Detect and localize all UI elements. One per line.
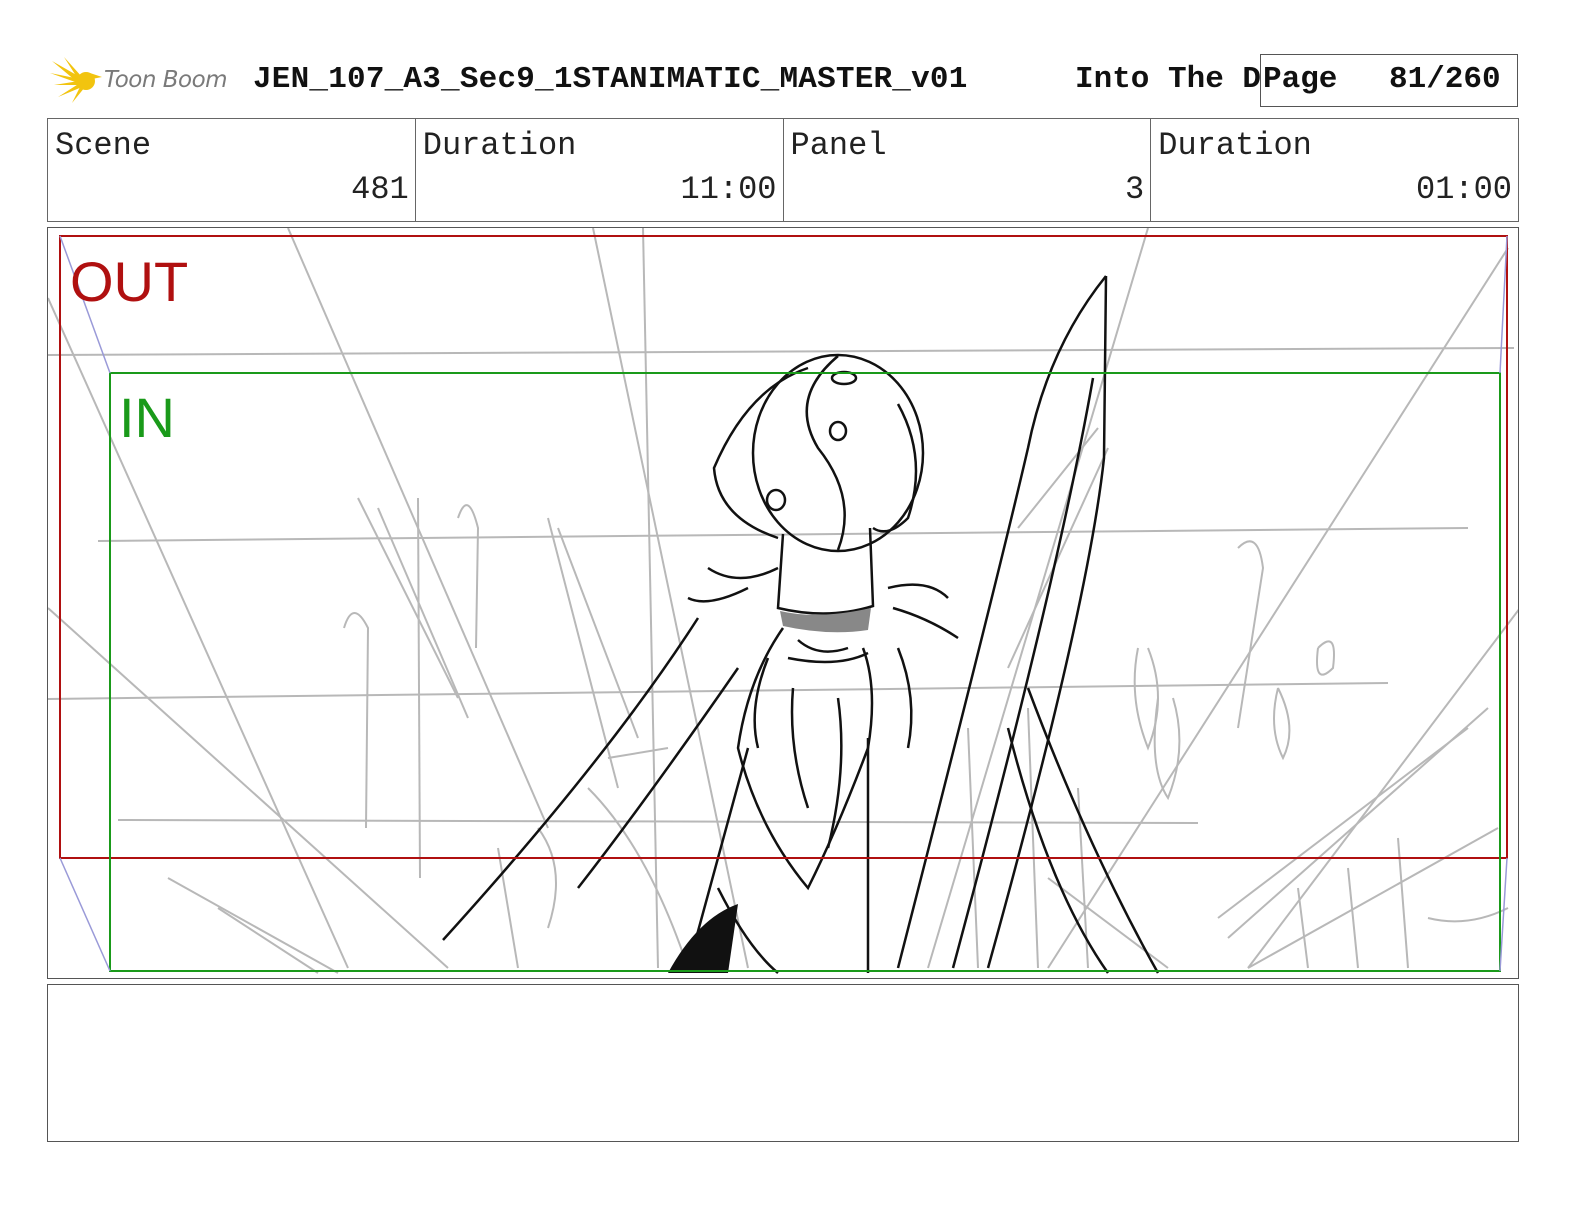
page-value: 81/260 [1389, 62, 1501, 97]
panel-label: Panel [790, 127, 887, 164]
panel-notes-box [47, 984, 1519, 1142]
frame-corner-guides [59, 235, 1508, 972]
scene-cell: Scene 481 [48, 119, 416, 221]
out-frame [59, 235, 1508, 859]
scene-value: 481 [351, 171, 409, 208]
panel-value: 3 [1125, 171, 1145, 208]
scene-info-row: Scene 481 Duration 11:00 Panel 3 Duratio… [47, 118, 1519, 222]
panel-sketch [48, 228, 1518, 974]
panel-duration-cell: Duration 01:00 [1151, 119, 1518, 221]
scene-duration-label: Duration [422, 127, 577, 164]
panel-cell: Panel 3 [784, 119, 1152, 221]
scene-label: Scene [55, 127, 152, 164]
panel-duration-value: 01:00 [1415, 171, 1512, 208]
page-label: Page [1263, 62, 1338, 97]
background-sketch [48, 228, 1518, 974]
document-title: JEN_107_A3_Sec9_1STANIMATIC_MASTER_v01 [253, 62, 968, 97]
scene-duration-cell: Duration 11:00 [416, 119, 784, 221]
page-counter: Page 81/260 [1260, 54, 1518, 107]
scene-duration-value: 11:00 [680, 171, 777, 208]
toon-boom-logo: Toon Boom [50, 55, 240, 105]
in-frame-label: IN [119, 386, 175, 449]
panel-duration-label: Duration [1158, 127, 1312, 164]
out-frame-label: OUT [70, 250, 189, 313]
starburst-icon [50, 57, 102, 103]
logo-text: Toon Boom [104, 67, 228, 93]
page-header: Toon Boom JEN_107_A3_Sec9_1STANIMATIC_MA… [0, 0, 1584, 118]
storyboard-panel: OUT IN [47, 227, 1519, 979]
